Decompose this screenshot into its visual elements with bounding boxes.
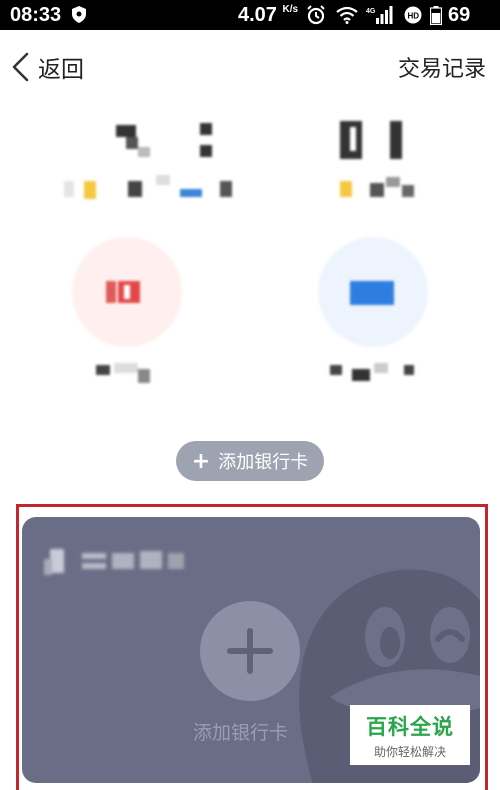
balance-item-left[interactable] [60,115,232,225]
battery-icon [430,6,442,25]
plus-icon: + [191,448,211,474]
back-label: 返回 [38,57,84,83]
add-bank-card-pill-button[interactable]: + 添加银行卡 [176,441,324,481]
balance-item-right[interactable] [330,115,500,225]
service-icon-right [318,237,428,347]
alarm-icon [307,5,325,25]
add-bank-card-card-label: 添加银行卡 [193,722,289,744]
plus-icon [227,628,273,674]
shield-icon [72,6,86,23]
service-icon-left [72,237,182,347]
watermark-title: 百科全说 [366,715,454,739]
add-bank-card-pill-label: 添加银行卡 [218,452,309,473]
battery-level: 69 [448,4,471,26]
svg-text:HD: HD [408,12,420,21]
wifi-icon [336,6,358,24]
net-speed-value: 4.07 [238,4,277,26]
net-speed-unit: K/s [282,4,299,15]
watermark: 百科全说 助你轻松解决 [350,705,470,765]
transaction-history-link[interactable]: 交易记录 [398,51,486,83]
net-speed: 4.07 K/s [238,4,298,27]
service-item-right[interactable] [318,237,438,387]
service-item-left[interactable] [72,237,192,387]
add-card-plus-button[interactable] [200,601,300,701]
back-button[interactable]: 返回 [10,50,84,84]
nav-bar: 返回 交易记录 [0,30,500,102]
hd-icon: HD [404,6,422,24]
network-type-label: 4G [366,8,376,15]
status-time: 08:33 [10,4,62,26]
status-bar: 08:33 4.07 K/s 4G HD 69 [0,0,500,30]
signal-icon: 4G [366,6,393,24]
watermark-subtitle: 助你轻松解决 [373,745,446,759]
chevron-left-icon [12,52,29,82]
